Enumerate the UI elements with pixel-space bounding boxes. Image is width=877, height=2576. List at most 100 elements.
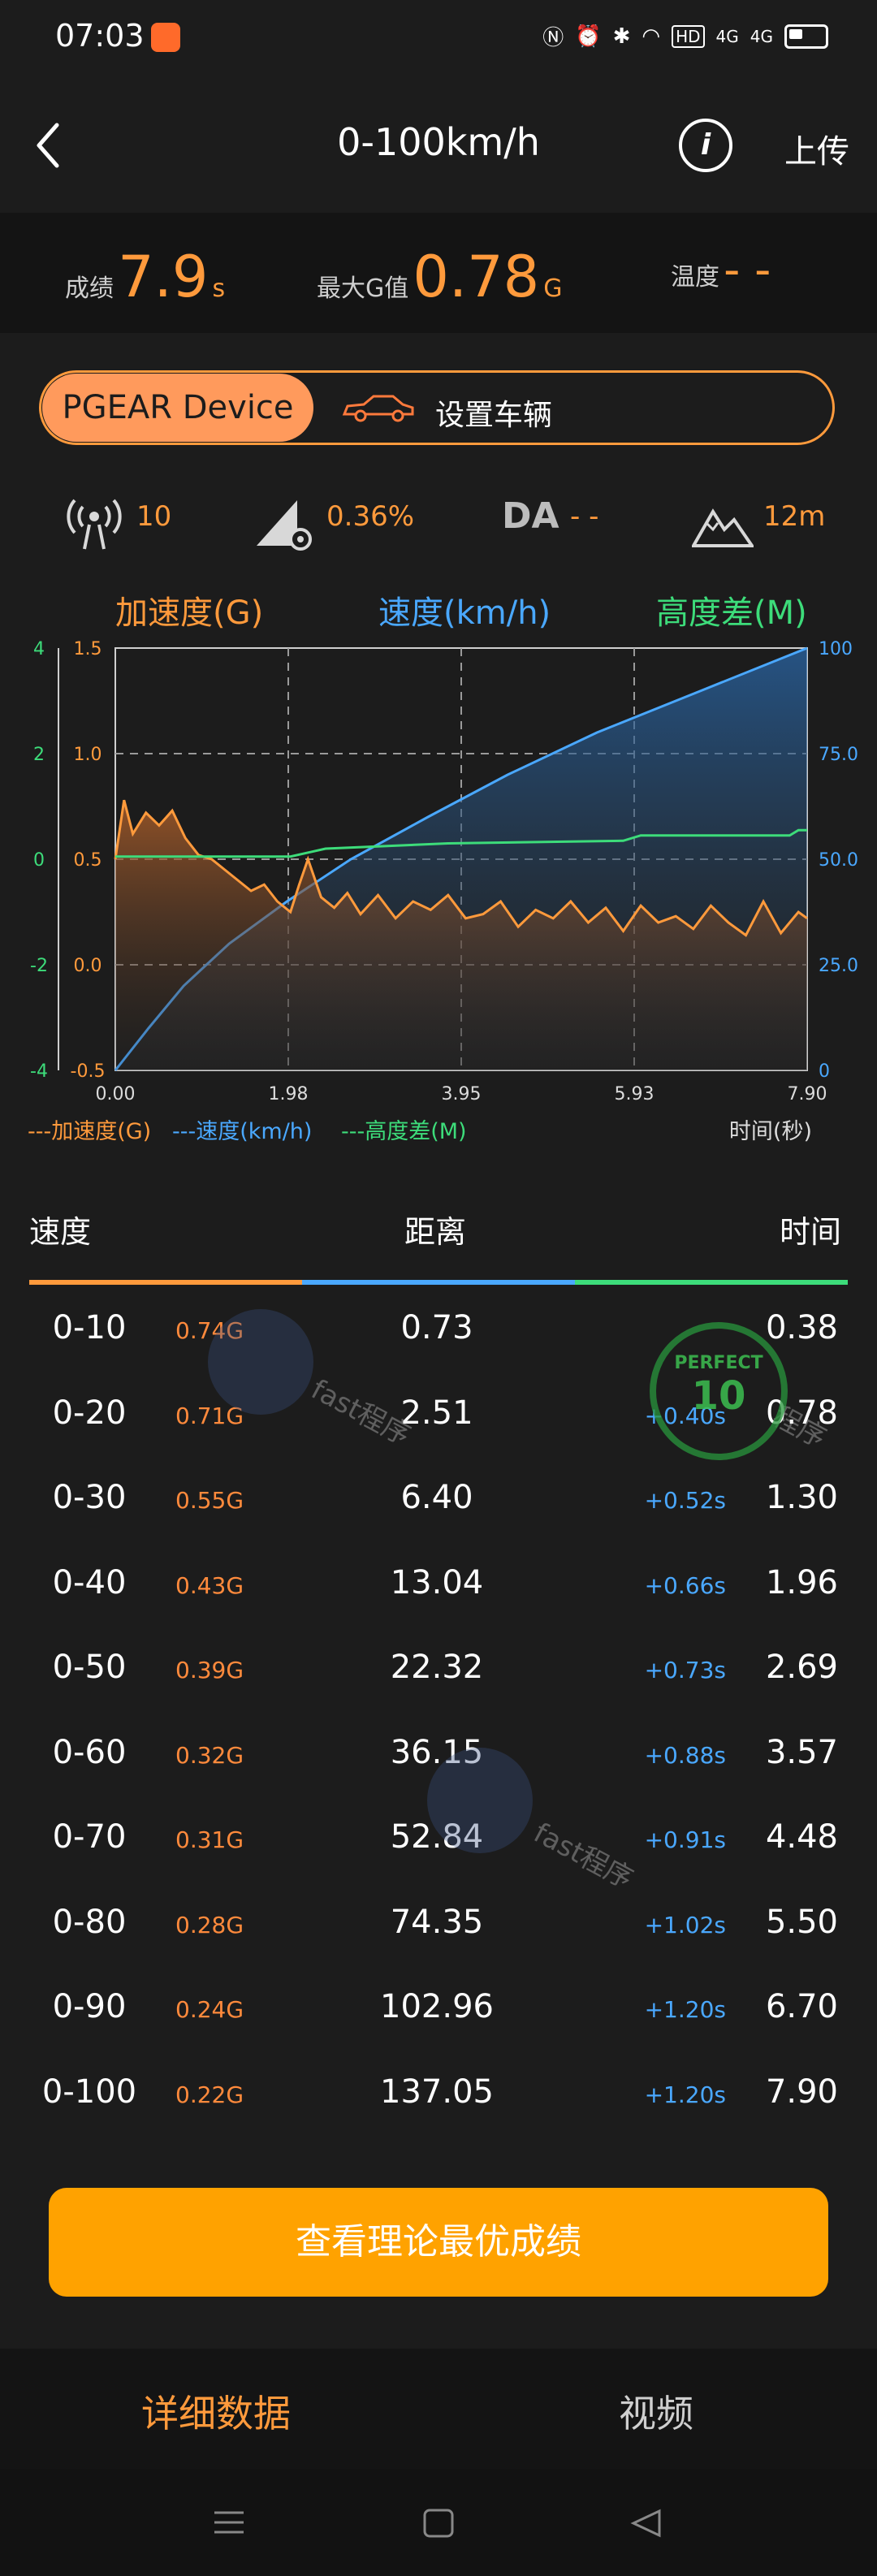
y-tick-label-speed: 0	[819, 1061, 830, 1082]
split-time-value: +1.02s	[644, 1911, 726, 1938]
performance-chart: 0.00 1.98 3.95 5.93 7.90 4 2 0 -2 -4 1.5 1.0 0.5 0.0 -…	[28, 639, 858, 1144]
time-value: 4.48	[765, 1818, 838, 1856]
tab-video[interactable]: 视频	[619, 2384, 693, 2438]
g-force-value: 0.24G	[175, 1996, 244, 2023]
split-time-value: +0.73s	[644, 1657, 726, 1683]
upload-button[interactable]: 上传	[784, 125, 849, 172]
da-value: - -	[570, 500, 599, 533]
y-tick-label-speed: 75.0	[819, 745, 858, 765]
table-row: 0-30 0.55G 6.40 +0.52s 1.30	[0, 1459, 877, 1544]
y-tick-label-altitude: -2	[30, 956, 48, 976]
y-tick-label-accel: 0.0	[74, 956, 102, 976]
time-value: 1.30	[765, 1479, 838, 1516]
split-time-value: +1.20s	[644, 2081, 726, 2108]
4g-signal-icon: 4G	[715, 26, 739, 46]
col-time-header: 时间	[780, 1214, 842, 1250]
time-value: 7.90	[765, 2072, 838, 2111]
y-tick-label-accel: 0.5	[74, 850, 102, 871]
table-row: 0-80 0.28G 74.35 +1.02s 5.50	[0, 1884, 877, 1969]
table-row: 0-100 0.22G 137.05 +1.20s 7.90	[0, 2054, 877, 2138]
status-time: 07:03	[55, 18, 145, 54]
home-icon[interactable]	[422, 2508, 455, 2539]
set-vehicle-button[interactable]: 设置车辆	[435, 391, 552, 434]
altitude-value: 12m	[763, 500, 826, 533]
bluetooth-icon: ✱	[612, 24, 631, 49]
info-icon[interactable]: i	[679, 119, 732, 172]
table-row: 0-50 0.39G 22.32 +0.73s 2.69	[0, 1629, 877, 1714]
page-title: 0-100km/h	[337, 120, 540, 164]
legend-speed: ---速度(km/h)	[172, 1119, 312, 1144]
y-tick-label-altitude: 2	[33, 745, 45, 765]
hd-icon: HD	[672, 24, 705, 48]
speed-range: 0-20	[52, 1394, 127, 1432]
speed-range: 0-40	[52, 1563, 127, 1601]
g-force-value: 0.28G	[175, 1911, 244, 1938]
speed-range: 0-50	[52, 1649, 127, 1686]
x-tick-label: 1.98	[269, 1084, 309, 1104]
nfc-icon: Ⓝ	[542, 26, 564, 50]
score-unit: s	[212, 274, 226, 303]
time-value: 0.38	[765, 1309, 838, 1346]
y-tick-label-accel: 1.5	[74, 639, 102, 659]
y-tick-label-accel: -0.5	[71, 1061, 106, 1082]
wifi-icon: ◠	[642, 24, 661, 49]
y-tick-label-speed: 100	[819, 639, 853, 659]
speed-range: 0-100	[41, 2072, 137, 2111]
g-force-value: 0.22G	[175, 2081, 244, 2108]
satellite-count: 10	[136, 500, 172, 533]
speed-range: 0-30	[52, 1479, 127, 1516]
menu-icon[interactable]	[213, 2509, 245, 2535]
score-block: 成绩 7.9 s	[65, 244, 225, 310]
da-label: DA	[502, 495, 559, 537]
maxg-label: 最大G值	[317, 274, 409, 303]
g-force-value: 0.32G	[175, 1741, 244, 1769]
alarm-icon: ⏰	[575, 24, 602, 49]
x-tick-label: 3.95	[442, 1084, 482, 1104]
device-button[interactable]: PGEAR Device	[42, 374, 313, 442]
y-tick-label-speed: 50.0	[819, 850, 858, 871]
slope-value: 0.36%	[326, 500, 415, 533]
score-label: 成绩	[65, 274, 114, 303]
y-tick-label-altitude: 0	[33, 850, 45, 871]
table-row: 0-90 0.24G 102.96 +1.20s 6.70	[0, 1969, 877, 2053]
maxg-value: 0.78	[413, 244, 540, 310]
y-tick-label-accel: 1.0	[74, 745, 102, 765]
legend-altitude: ---高度差(M)	[341, 1119, 467, 1144]
maxg-block: 最大G值 0.78 G	[317, 244, 563, 310]
split-time-value: +0.91s	[644, 1826, 726, 1853]
distance-value: 13.04	[390, 1563, 484, 1601]
temp-block: 温度 - -	[671, 244, 771, 296]
distance-value: 6.40	[400, 1479, 473, 1516]
view-best-result-button[interactable]: 查看理论最优成绩	[49, 2188, 828, 2297]
score-value: 7.9	[118, 244, 209, 310]
distance-value: 0.73	[400, 1309, 473, 1346]
g-force-value: 0.39G	[175, 1657, 244, 1683]
y-tick-label-speed: 25.0	[819, 956, 858, 976]
header-underline-blue	[302, 1280, 575, 1285]
watermark-logo	[427, 1748, 533, 1853]
status-icons: Ⓝ ⏰ ✱ ◠ HD 4G 4G	[542, 21, 828, 51]
legend-accel: ---加速度(G)	[28, 1119, 151, 1144]
col-speed-header: 速度	[29, 1214, 92, 1250]
g-force-value: 0.31G	[175, 1826, 244, 1853]
split-time-value: +0.88s	[644, 1741, 726, 1769]
g-force-value: 0.43G	[175, 1571, 244, 1599]
watermark-logo	[208, 1309, 313, 1415]
split-time-value: +0.52s	[644, 1487, 726, 1514]
bottom-tabs	[0, 2349, 877, 2469]
back-icon[interactable]	[630, 2508, 663, 2539]
tab-detail-data[interactable]: 详细数据	[141, 2384, 291, 2438]
x-tick-label: 0.00	[96, 1084, 136, 1104]
distance-value: 22.32	[390, 1649, 484, 1686]
temp-label: 温度	[671, 263, 719, 292]
g-force-value: 0.55G	[175, 1487, 244, 1514]
y-tick-label-altitude: 4	[33, 639, 45, 659]
temp-value: - -	[724, 244, 771, 296]
speed-range: 0-80	[52, 1903, 127, 1941]
time-value: 2.69	[765, 1649, 838, 1686]
slope-icon	[257, 500, 312, 551]
satellite-signal-icon	[67, 499, 122, 550]
time-value: 6.70	[765, 1988, 838, 2025]
header-underline-orange	[29, 1280, 302, 1285]
distance-value: 74.35	[390, 1903, 484, 1941]
